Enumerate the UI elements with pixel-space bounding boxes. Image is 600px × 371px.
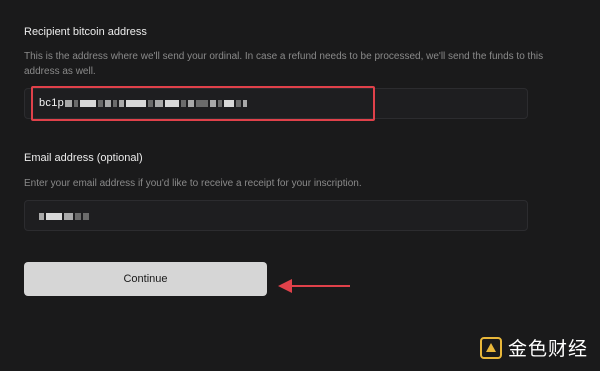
arrow-pointer-icon bbox=[278, 279, 350, 293]
email-address-label: Email address (optional) bbox=[24, 152, 143, 164]
address-highlight-box bbox=[31, 86, 375, 121]
recipient-address-help: This is the address where we'll send you… bbox=[24, 51, 544, 77]
email-address-help: Enter your email address if you'd like t… bbox=[24, 178, 362, 189]
email-address-redacted bbox=[39, 212, 89, 221]
recipient-address-label: Recipient bitcoin address bbox=[24, 26, 147, 38]
email-address-input[interactable] bbox=[24, 200, 528, 231]
watermark-logo-icon bbox=[479, 336, 502, 359]
continue-button[interactable]: Continue bbox=[24, 262, 267, 296]
watermark: 金色财经 bbox=[479, 334, 588, 361]
watermark-text: 金色财经 bbox=[507, 338, 588, 360]
